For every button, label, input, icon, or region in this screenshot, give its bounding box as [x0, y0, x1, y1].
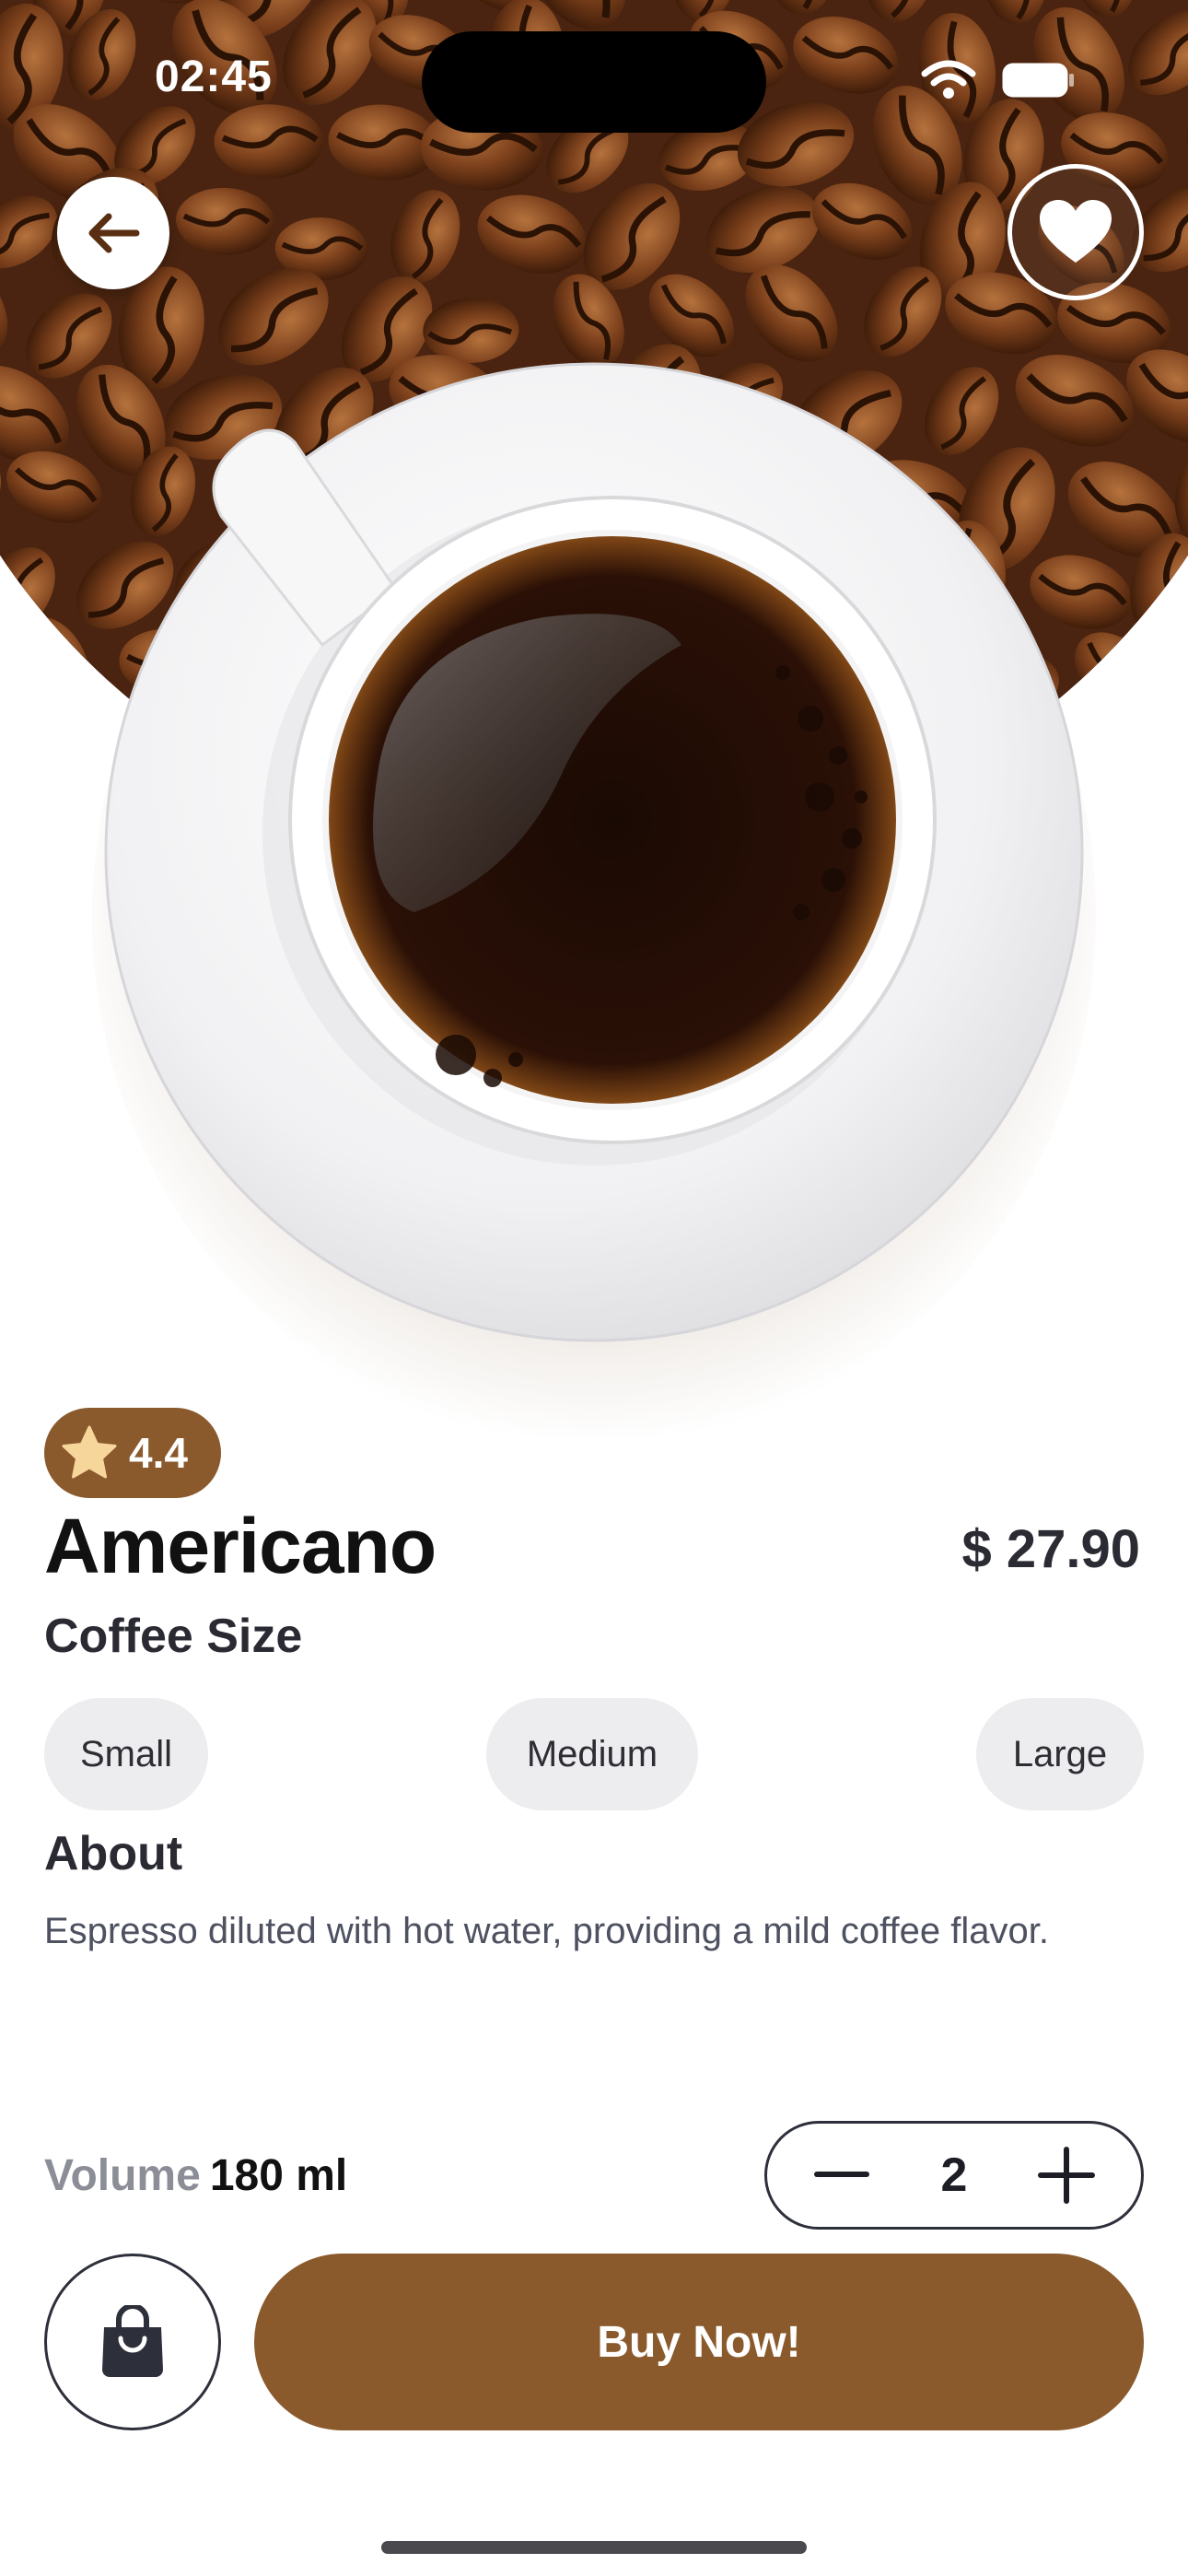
volume-label: Volume	[44, 2151, 201, 2200]
product-price: $ 27.90	[961, 1519, 1140, 1579]
wifi-icon	[921, 60, 976, 99]
rating-value: 4.4	[129, 1429, 188, 1477]
size-option-small[interactable]: Small	[44, 1698, 208, 1810]
quantity-stepper: 2	[764, 2121, 1144, 2230]
shopping-bag-icon	[102, 2305, 163, 2377]
favorite-button[interactable]	[1007, 164, 1144, 300]
heart-icon	[1040, 200, 1112, 263]
rating-badge: 4.4	[44, 1408, 221, 1498]
arrow-left-icon	[88, 213, 140, 253]
dynamic-island	[422, 31, 766, 133]
decrement-button[interactable]	[809, 2143, 874, 2207]
volume-value: 180 ml	[209, 2151, 348, 2200]
back-button[interactable]	[57, 177, 169, 289]
about-heading: About	[44, 1827, 183, 1880]
minus-icon	[814, 2172, 869, 2177]
size-option-large[interactable]: Large	[976, 1698, 1144, 1810]
battery-icon	[1002, 63, 1074, 98]
coffee-cup-image	[104, 362, 1084, 1342]
buy-now-button[interactable]: Buy Now!	[254, 2254, 1144, 2430]
quantity-value: 2	[940, 2149, 968, 2202]
volume-info: Volume 180 ml	[44, 2150, 347, 2201]
about-description: Espresso diluted with hot water, providi…	[44, 1911, 1049, 1951]
coffee-bean	[0, 605, 8, 742]
coffee-bean	[1171, 790, 1188, 866]
status-time: 02:45	[155, 53, 273, 101]
status-bar: 02:45	[0, 0, 1188, 157]
home-indicator	[381, 2541, 807, 2554]
coffee-size-heading: Coffee Size	[44, 1610, 303, 1663]
product-title: Americano	[44, 1503, 437, 1589]
increment-button[interactable]	[1034, 2143, 1099, 2207]
plus-icon	[1037, 2147, 1095, 2204]
coffee-bean	[0, 780, 9, 866]
add-to-cart-button[interactable]	[44, 2254, 221, 2430]
size-option-medium[interactable]: Medium	[486, 1698, 698, 1810]
coffee-bean	[1090, 694, 1188, 831]
star-icon	[62, 1425, 117, 1479]
coffee-bean	[0, 696, 53, 812]
